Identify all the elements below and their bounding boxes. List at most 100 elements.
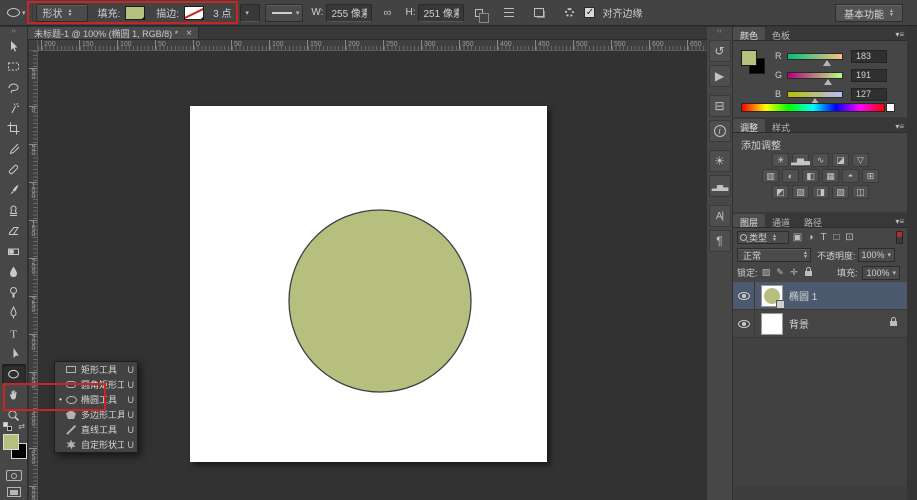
panel-menu-icon[interactable]: ▾≡ — [895, 30, 904, 39]
close-tab-icon[interactable]: × — [186, 28, 192, 39]
flyout-item-line-tool[interactable]: 直线工具U — [55, 422, 137, 437]
swap-colors-icon[interactable]: ⇄ — [18, 423, 25, 431]
white-chip[interactable] — [886, 103, 895, 112]
history-icon[interactable]: ↺ — [709, 40, 731, 62]
paragraph-icon[interactable]: ¶ — [709, 230, 731, 252]
channel-value-b[interactable]: 127 — [851, 88, 887, 101]
lock-transparency-icon[interactable]: ▨ — [761, 267, 772, 278]
tab-styles[interactable]: 样式 — [765, 119, 797, 132]
foreground-color-swatch[interactable] — [3, 434, 19, 450]
levels-icon[interactable]: ▂▅▃ — [792, 153, 809, 167]
quick-mask-icon[interactable] — [6, 470, 22, 481]
flyout-item-rect-tool[interactable]: 矩形工具U — [55, 362, 137, 377]
tab-adjustments[interactable]: 调整 — [733, 119, 765, 132]
flyout-item-polygon-tool[interactable]: 多边形工具U — [55, 407, 137, 422]
link-dimensions-icon[interactable]: ∞ — [379, 6, 395, 20]
stroke-type-select[interactable]: ▾ — [265, 4, 303, 22]
clone-stamp-tool[interactable] — [2, 200, 26, 220]
flyout-item-ellipse-tool[interactable]: •椭圆工具U — [55, 392, 137, 407]
color-balance-icon[interactable]: ◐ — [782, 169, 799, 183]
gradient-map-icon[interactable]: ◫ — [852, 185, 869, 199]
channel-mixer-icon[interactable]: ◓ — [842, 169, 859, 183]
crop-tool[interactable] — [2, 118, 26, 138]
threshold-icon[interactable]: ◨ — [812, 185, 829, 199]
type-tool[interactable]: T — [2, 323, 26, 343]
slider-track-g[interactable] — [787, 72, 843, 79]
marquee-tool[interactable] — [2, 57, 26, 77]
layer-visibility-toggle[interactable] — [733, 310, 755, 337]
expand-dock-icon[interactable]: ‹‹ — [707, 27, 732, 37]
lock-position-icon[interactable]: ✛ — [789, 267, 800, 278]
document-canvas[interactable] — [190, 106, 547, 462]
tab-paths[interactable]: 路径 — [797, 214, 829, 227]
fill-color-swatch[interactable] — [125, 6, 145, 20]
tab-swatches[interactable]: 色板 — [765, 27, 797, 40]
ellipse-shape-tool[interactable] — [2, 364, 26, 384]
path-arrangement-icon[interactable] — [531, 6, 547, 20]
flyout-item-rounded-rect-tool[interactable]: 圆角矩形工具U — [55, 377, 137, 392]
filter-adjustment-icon[interactable]: ◑ — [804, 232, 817, 243]
panel-foreground-swatch[interactable] — [741, 50, 757, 66]
vibrance-icon[interactable]: ▽ — [852, 153, 869, 167]
hue-saturation-icon[interactable]: ▥ — [762, 169, 779, 183]
layer-row[interactable]: 背景 — [733, 310, 907, 338]
blur-tool[interactable] — [2, 262, 26, 282]
align-edges-checkbox[interactable]: ✓ — [584, 7, 595, 18]
layer-name[interactable]: 背景 — [789, 316, 890, 331]
tab-color[interactable]: 颜色 — [733, 27, 765, 40]
posterize-icon[interactable]: ▨ — [792, 185, 809, 199]
filter-shape-icon[interactable]: □ — [830, 232, 843, 243]
stroke-color-swatch[interactable] — [184, 6, 204, 20]
opacity-field[interactable]: 100% ▾ — [858, 248, 896, 262]
brush-tool[interactable] — [2, 180, 26, 200]
tab-layers[interactable]: 图层 — [733, 214, 765, 227]
workspace-switcher-button[interactable]: 基本功能 ▲▼ — [835, 4, 903, 22]
lock-all-icon[interactable] — [803, 268, 814, 278]
exposure-icon[interactable]: ◪ — [832, 153, 849, 167]
geometry-options-gear-icon[interactable] — [561, 6, 577, 20]
blend-mode-select[interactable]: 正常 ▲▼ — [737, 248, 811, 262]
tool-preset-picker[interactable]: ▾ — [4, 6, 29, 19]
properties-icon[interactable]: ⊟ — [709, 95, 731, 117]
adjustments-sun-icon[interactable]: ☀ — [709, 150, 731, 172]
invert-icon[interactable]: ◩ — [772, 185, 789, 199]
panel-menu-icon[interactable]: ▾≡ — [895, 122, 904, 131]
curves-icon[interactable]: ∿ — [812, 153, 829, 167]
height-field[interactable]: 251 像素 — [418, 4, 464, 22]
document-tab[interactable]: 未标题-1 @ 100% (椭圆 1, RGB/8) * × — [28, 27, 199, 39]
eraser-tool[interactable] — [2, 221, 26, 241]
hand-tool[interactable] — [2, 385, 26, 405]
selective-color-icon[interactable]: ▧ — [832, 185, 849, 199]
layer-thumbnail[interactable] — [761, 313, 783, 335]
ellipse-shape[interactable] — [289, 210, 471, 392]
layer-row[interactable]: 椭圆 1 — [733, 282, 907, 310]
filter-smart-object-icon[interactable]: ⊡ — [843, 232, 856, 243]
filter-toggle[interactable] — [896, 231, 903, 244]
pen-tool[interactable] — [2, 303, 26, 323]
stroke-width-dropdown[interactable]: ▾ — [240, 4, 260, 22]
slider-track-r[interactable] — [787, 53, 843, 60]
channel-value-r[interactable]: 183 — [851, 50, 887, 63]
info-icon[interactable]: i — [709, 120, 731, 142]
brightness-contrast-icon[interactable]: ☀ — [772, 153, 789, 167]
photo-filter-icon[interactable]: ▦ — [822, 169, 839, 183]
width-field[interactable]: 255 像素 — [326, 4, 372, 22]
collapse-toolbar-icon[interactable]: ›› — [0, 27, 27, 36]
color-spectrum-bar[interactable] — [741, 103, 885, 112]
eyedropper-tool[interactable] — [2, 139, 26, 159]
move-tool[interactable] — [2, 36, 26, 56]
channel-value-g[interactable]: 191 — [851, 69, 887, 82]
slider-handle-icon[interactable] — [824, 79, 832, 85]
lasso-tool[interactable] — [2, 77, 26, 97]
tab-channels[interactable]: 通道 — [765, 214, 797, 227]
fill-opacity-field[interactable]: 100% ▾ — [862, 266, 900, 280]
histogram-icon[interactable]: ▂▅▃ — [709, 175, 731, 197]
gradient-tool[interactable] — [2, 241, 26, 261]
path-alignment-icon[interactable] — [501, 6, 517, 20]
stroke-width-value[interactable]: 3 点 — [213, 5, 231, 20]
lock-pixels-icon[interactable]: ✎ — [775, 267, 786, 278]
character-icon[interactable]: A| — [709, 205, 731, 227]
panel-menu-icon[interactable]: ▾≡ — [895, 217, 904, 226]
slider-handle-icon[interactable] — [823, 60, 831, 66]
layer-filter-select[interactable]: 类型 ▲▼ — [737, 231, 789, 244]
